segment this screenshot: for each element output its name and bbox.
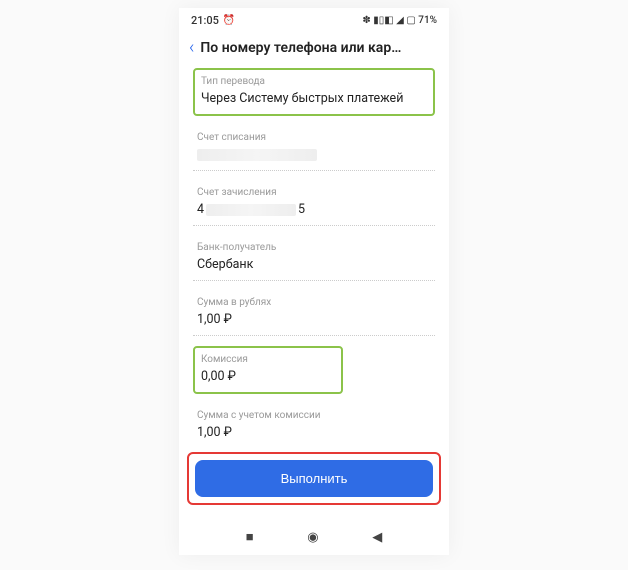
field-credit-account[interactable]: Счет зачисления 45 xyxy=(193,181,435,226)
alarm-icon: ⏰ xyxy=(223,15,235,26)
field-value: 45 xyxy=(197,202,431,217)
field-transfer-type[interactable]: Тип перевода Через Систему быстрых плате… xyxy=(201,74,427,108)
highlight-execute: Выполнить xyxy=(187,452,441,505)
nav-recent-icon[interactable]: ■ xyxy=(246,529,254,545)
redacted-block xyxy=(197,149,317,161)
field-value: Через Систему быстрых платежей xyxy=(201,91,427,106)
execute-button[interactable]: Выполнить xyxy=(195,460,433,497)
field-value: 1,00 ₽ xyxy=(197,425,431,440)
field-label: Сумма в рублях xyxy=(197,297,431,308)
page-title: По номеру телефона или кар… xyxy=(200,40,401,56)
screen-header: ‹ По номеру телефона или кар… xyxy=(179,29,449,68)
field-label: Сумма с учетом комиссии xyxy=(197,410,431,421)
field-value: Сбербанк xyxy=(197,257,431,272)
status-indicators: ✽ ▮▯◧ ◢ ▢ 71% xyxy=(362,15,437,26)
phone-frame: 21:05 ⏰ ✽ ▮▯◧ ◢ ▢ 71% ‹ По номеру телефо… xyxy=(179,8,449,555)
field-label: Тип перевода xyxy=(201,76,427,87)
field-label: Комиссия xyxy=(201,354,335,365)
field-debit-account[interactable]: Счет списания xyxy=(193,126,435,171)
field-label: Счет зачисления xyxy=(197,187,431,198)
highlight-transfer-type: Тип перевода Через Систему быстрых плате… xyxy=(193,68,435,116)
form-content: Тип перевода Через Систему быстрых плате… xyxy=(179,68,449,448)
field-label: Счет списания xyxy=(197,132,431,143)
field-total: Сумма с учетом комиссии 1,00 ₽ xyxy=(193,404,435,448)
field-amount[interactable]: Сумма в рублях 1,00 ₽ xyxy=(193,291,435,336)
android-nav-bar: ■ ◉ ◀ xyxy=(179,517,449,555)
field-bank[interactable]: Банк-получатель Сбербанк xyxy=(193,236,435,281)
field-value: 1,00 ₽ xyxy=(197,312,431,327)
field-commission: Комиссия 0,00 ₽ xyxy=(201,352,335,386)
field-value: 0,00 ₽ xyxy=(201,369,335,384)
status-time: 21:05 xyxy=(191,14,219,27)
highlight-commission: Комиссия 0,00 ₽ xyxy=(193,346,343,394)
account-prefix: 4 xyxy=(197,202,204,217)
nav-back-icon[interactable]: ◀ xyxy=(372,530,382,545)
back-icon[interactable]: ‹ xyxy=(189,37,194,58)
redacted-block xyxy=(206,204,296,216)
field-label: Банк-получатель xyxy=(197,242,431,253)
status-bar: 21:05 ⏰ ✽ ▮▯◧ ◢ ▢ 71% xyxy=(179,8,449,29)
nav-home-icon[interactable]: ◉ xyxy=(307,530,318,545)
account-suffix: 5 xyxy=(298,202,305,217)
field-value xyxy=(197,147,431,162)
